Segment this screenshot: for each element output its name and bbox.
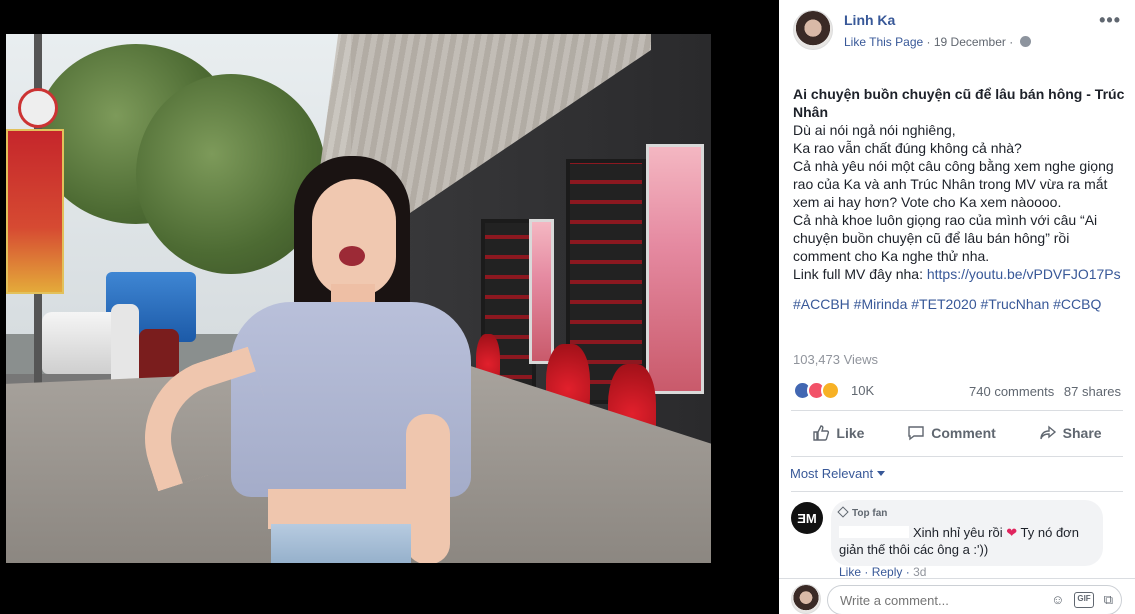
comment-time[interactable]: 3d — [913, 565, 926, 579]
globe-icon — [1019, 36, 1031, 47]
top-fan-label: Top fan — [852, 508, 888, 519]
comment-sort-dropdown[interactable]: Most Relevant — [790, 466, 886, 481]
reaction-count[interactable]: 10K — [851, 383, 874, 398]
post-line: Cả nhà khoe luôn giọng rao của mình với … — [793, 212, 1098, 264]
emoji-icon[interactable]: ☺ — [1051, 592, 1064, 608]
share-count[interactable]: 87 shares — [1064, 384, 1121, 399]
comment-reply-link[interactable]: Reply — [872, 565, 903, 579]
post-meta: Like This Page · 19 December · — [844, 35, 1031, 49]
heart-emoji: ❤ — [1006, 525, 1018, 540]
post-line: Dù ai nói ngả nói nghiêng, — [793, 122, 956, 138]
view-count: 103,473 Views — [793, 352, 879, 367]
commenter-name-redacted[interactable] — [839, 526, 909, 538]
page-name-link[interactable]: Linh Ka — [844, 12, 895, 28]
comment-icon — [908, 426, 924, 441]
scene-poster — [646, 144, 704, 394]
video-area — [0, 0, 779, 614]
comment-like-link[interactable]: Like — [839, 565, 861, 579]
gif-icon[interactable]: GIF — [1074, 592, 1094, 608]
divider — [791, 456, 1123, 457]
haha-reaction-icon — [821, 381, 840, 400]
post-actions: Like Comment Share — [791, 416, 1123, 450]
post-title-line: Ai chuyện buồn chuyện cũ để lâu bán hông… — [793, 86, 1125, 120]
like-page-link[interactable]: Like This Page — [844, 35, 923, 49]
user-avatar[interactable] — [791, 584, 821, 614]
youtube-link[interactable]: https://youtu.be/vPDVFJO17Ps — [927, 266, 1121, 282]
dot-separator: · — [864, 565, 872, 579]
scene-person-face — [312, 179, 396, 297]
meta-separator: · — [1009, 35, 1017, 49]
post-text: Ai chuyện buồn chuyện cũ để lâu bán hông… — [793, 85, 1127, 313]
scene-poster — [529, 219, 554, 364]
divider — [791, 410, 1123, 411]
hashtags[interactable]: #ACCBH #Mirinda #TET2020 #TrucNhan #CCBQ — [793, 295, 1127, 313]
post-line: Ka rao vẫn chất đúng không cả nhà? — [793, 140, 1022, 156]
comment-text: Xinh nhỉ yêu rồi ❤ Ty nó đơn giản thế th… — [839, 524, 1093, 558]
dot-separator: · — [905, 565, 914, 579]
post-link-line: Link full MV đây nha: https://youtu.be/v… — [793, 265, 1127, 283]
share-button[interactable]: Share — [1039, 424, 1102, 442]
post-header: Linh Ka Like This Page · 19 December · •… — [779, 0, 1135, 60]
share-icon — [1039, 425, 1056, 440]
scene-sign — [18, 88, 58, 128]
comment-button[interactable]: Comment — [907, 424, 996, 442]
diamond-icon — [837, 506, 849, 518]
divider — [791, 491, 1123, 492]
share-button-label: Share — [1062, 425, 1102, 441]
engagement-stats: 740 comments 87 shares — [963, 384, 1121, 399]
comment-actions: Like · Reply · 3d — [839, 565, 926, 579]
thumbs-up-icon — [813, 425, 830, 441]
meta-separator: · — [926, 35, 934, 49]
post-panel: Linh Ka Like This Page · 19 December · •… — [779, 0, 1135, 614]
scene-person-waist — [268, 489, 418, 529]
commenter-avatar[interactable]: ƎM — [791, 502, 823, 534]
scene-person-jeans — [271, 524, 411, 563]
caret-down-icon — [877, 471, 886, 476]
composer-icons: ☺ GIF ⧉ — [1051, 592, 1113, 608]
comment-text-part: Xinh nhỉ yêu rồi — [913, 525, 1003, 540]
post-line: Cả nhà yêu nói một câu công bằng xem ngh… — [793, 158, 1114, 210]
sort-label: Most Relevant — [790, 466, 874, 481]
comment-composer: ☺ GIF ⧉ — [779, 578, 1135, 614]
more-options-icon[interactable]: ••• — [1099, 10, 1121, 31]
link-prefix: Link full MV đây nha: — [793, 266, 927, 282]
comment-count[interactable]: 740 comments — [969, 384, 1054, 399]
top-fan-badge: Top fan — [837, 505, 1093, 522]
like-button-label: Like — [836, 425, 865, 441]
like-button[interactable]: Like — [812, 424, 864, 442]
video-player[interactable] — [6, 34, 711, 563]
scene-person-mouth — [339, 246, 365, 266]
page-avatar[interactable] — [793, 10, 833, 50]
comment-bubble: Top fan Xinh nhỉ yêu rồi ❤ Ty nó đơn giả… — [831, 500, 1103, 566]
post-date[interactable]: 19 December — [934, 35, 1006, 49]
comment-button-label: Comment — [931, 425, 996, 441]
sticker-icon[interactable]: ⧉ — [1104, 592, 1113, 608]
scene-banner — [6, 129, 64, 294]
facebook-video-viewer: Linh Ka Like This Page · 19 December · •… — [0, 0, 1135, 614]
